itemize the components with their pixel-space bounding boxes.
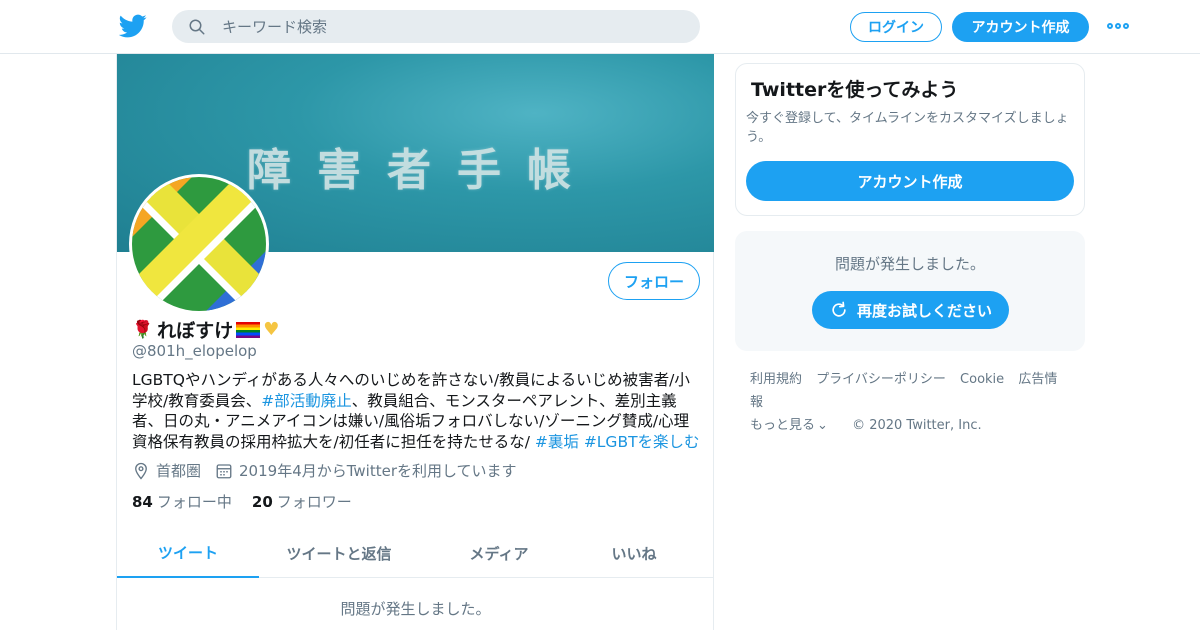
location: 首都圏 <box>132 460 201 481</box>
refresh-icon <box>832 301 846 317</box>
user-handle: @801h_elopelop <box>132 342 257 360</box>
profile-tabs: ツイート ツイートと返信 メディア いいね <box>117 528 714 578</box>
twitter-bird-logo-icon[interactable] <box>119 12 147 40</box>
tab-tweets[interactable]: ツイート <box>117 528 259 578</box>
top-navigation-bar: ログイン アカウント作成 <box>0 0 1200 54</box>
location-text: 首都圏 <box>156 462 202 480</box>
retry-button[interactable]: 再度お試しください <box>812 291 1009 329</box>
join-date-text: 2019年4月からTwitterを利用しています <box>239 462 517 480</box>
hashtag-link[interactable]: #裏垢 <box>535 433 579 451</box>
login-button[interactable]: ログイン <box>850 12 942 42</box>
avatar-image <box>132 177 266 311</box>
avatar[interactable] <box>129 174 269 314</box>
profile-bio: LGBTQやハンディがある人々へのいじめを許さない/教員によるいじめ被害者/小学… <box>132 370 702 452</box>
yellow-heart-icon: ♥ <box>263 319 280 340</box>
search-bar[interactable] <box>172 10 700 43</box>
follow-stats: 84 フォロー中 20 フォロワー <box>132 491 372 512</box>
promo-description: 今すぐ登録して、タイムラインをカスタマイズしましょう。 <box>746 111 1069 145</box>
following-label: フォロー中 <box>156 493 232 511</box>
profile-column: 障害者手帳 フォロー 🌹 れぼすけ ♥ @801h_elopelop LGBTQ… <box>116 54 714 630</box>
footer-link-cookie[interactable]: Cookie <box>960 372 1004 387</box>
following-stat[interactable]: 84 フォロー中 <box>132 491 232 512</box>
promo-title: Twitterを使ってみよう <box>751 79 959 101</box>
followers-label: フォロワー <box>276 493 352 511</box>
signup-promo-card: Twitterを使ってみよう 今すぐ登録して、タイムラインをカスタマイズしましょ… <box>735 63 1085 216</box>
follow-button[interactable]: フォロー <box>608 262 700 300</box>
rainbow-flag-icon <box>236 321 261 338</box>
join-date: 2019年4月からTwitterを利用しています <box>215 460 517 481</box>
retry-label: 再度お試しください <box>856 301 992 320</box>
tab-media[interactable]: メディア <box>419 528 579 578</box>
chevron-down-icon: ⌄ <box>817 418 828 433</box>
calendar-icon <box>216 463 232 478</box>
signup-button[interactable]: アカウント作成 <box>952 12 1089 42</box>
followers-count: 20 <box>251 493 273 511</box>
copyright: © 2020 Twitter, Inc. <box>852 418 982 433</box>
tab-likes[interactable]: いいね <box>579 528 689 578</box>
search-input[interactable] <box>222 17 662 36</box>
footer-link-privacy[interactable]: プライバシーポリシー <box>816 372 946 387</box>
timeline-error-message: 問題が発生しました。 <box>340 600 491 618</box>
display-name: 🌹 れぼすけ ♥ <box>132 316 279 343</box>
display-name-text: れぼすけ <box>157 320 234 342</box>
hashtag-link[interactable]: #部活動廃止 <box>261 392 352 410</box>
location-pin-icon <box>135 462 147 480</box>
banner-caption: 障害者手帳 <box>247 145 597 196</box>
create-account-button[interactable]: アカウント作成 <box>746 161 1074 201</box>
sidebar-error-message: 問題が発生しました。 <box>834 255 985 273</box>
rose-emoji-icon: 🌹 <box>132 319 154 340</box>
tab-tweets-and-replies[interactable]: ツイートと返信 <box>259 528 419 578</box>
hashtag-link[interactable]: #LGBTを楽しむ <box>584 433 700 451</box>
footer-link-terms[interactable]: 利用規約 <box>750 372 802 387</box>
search-icon <box>189 19 205 34</box>
footer-links: 利用規約 プライバシーポリシー Cookie 広告情報 もっと見る ⌄ © 202… <box>750 368 1080 437</box>
footer-link-more[interactable]: もっと見る ⌄ <box>750 418 838 433</box>
followers-stat[interactable]: 20 フォロワー <box>252 491 352 512</box>
profile-meta: 首都圏 2019年4月からTwitterを利用しています <box>132 460 531 481</box>
following-count: 84 <box>132 493 153 511</box>
more-label: もっと見る <box>750 418 816 433</box>
sidebar-error-card: 問題が発生しました。 再度お試しください <box>735 231 1085 351</box>
more-options-icon[interactable] <box>1107 22 1129 30</box>
